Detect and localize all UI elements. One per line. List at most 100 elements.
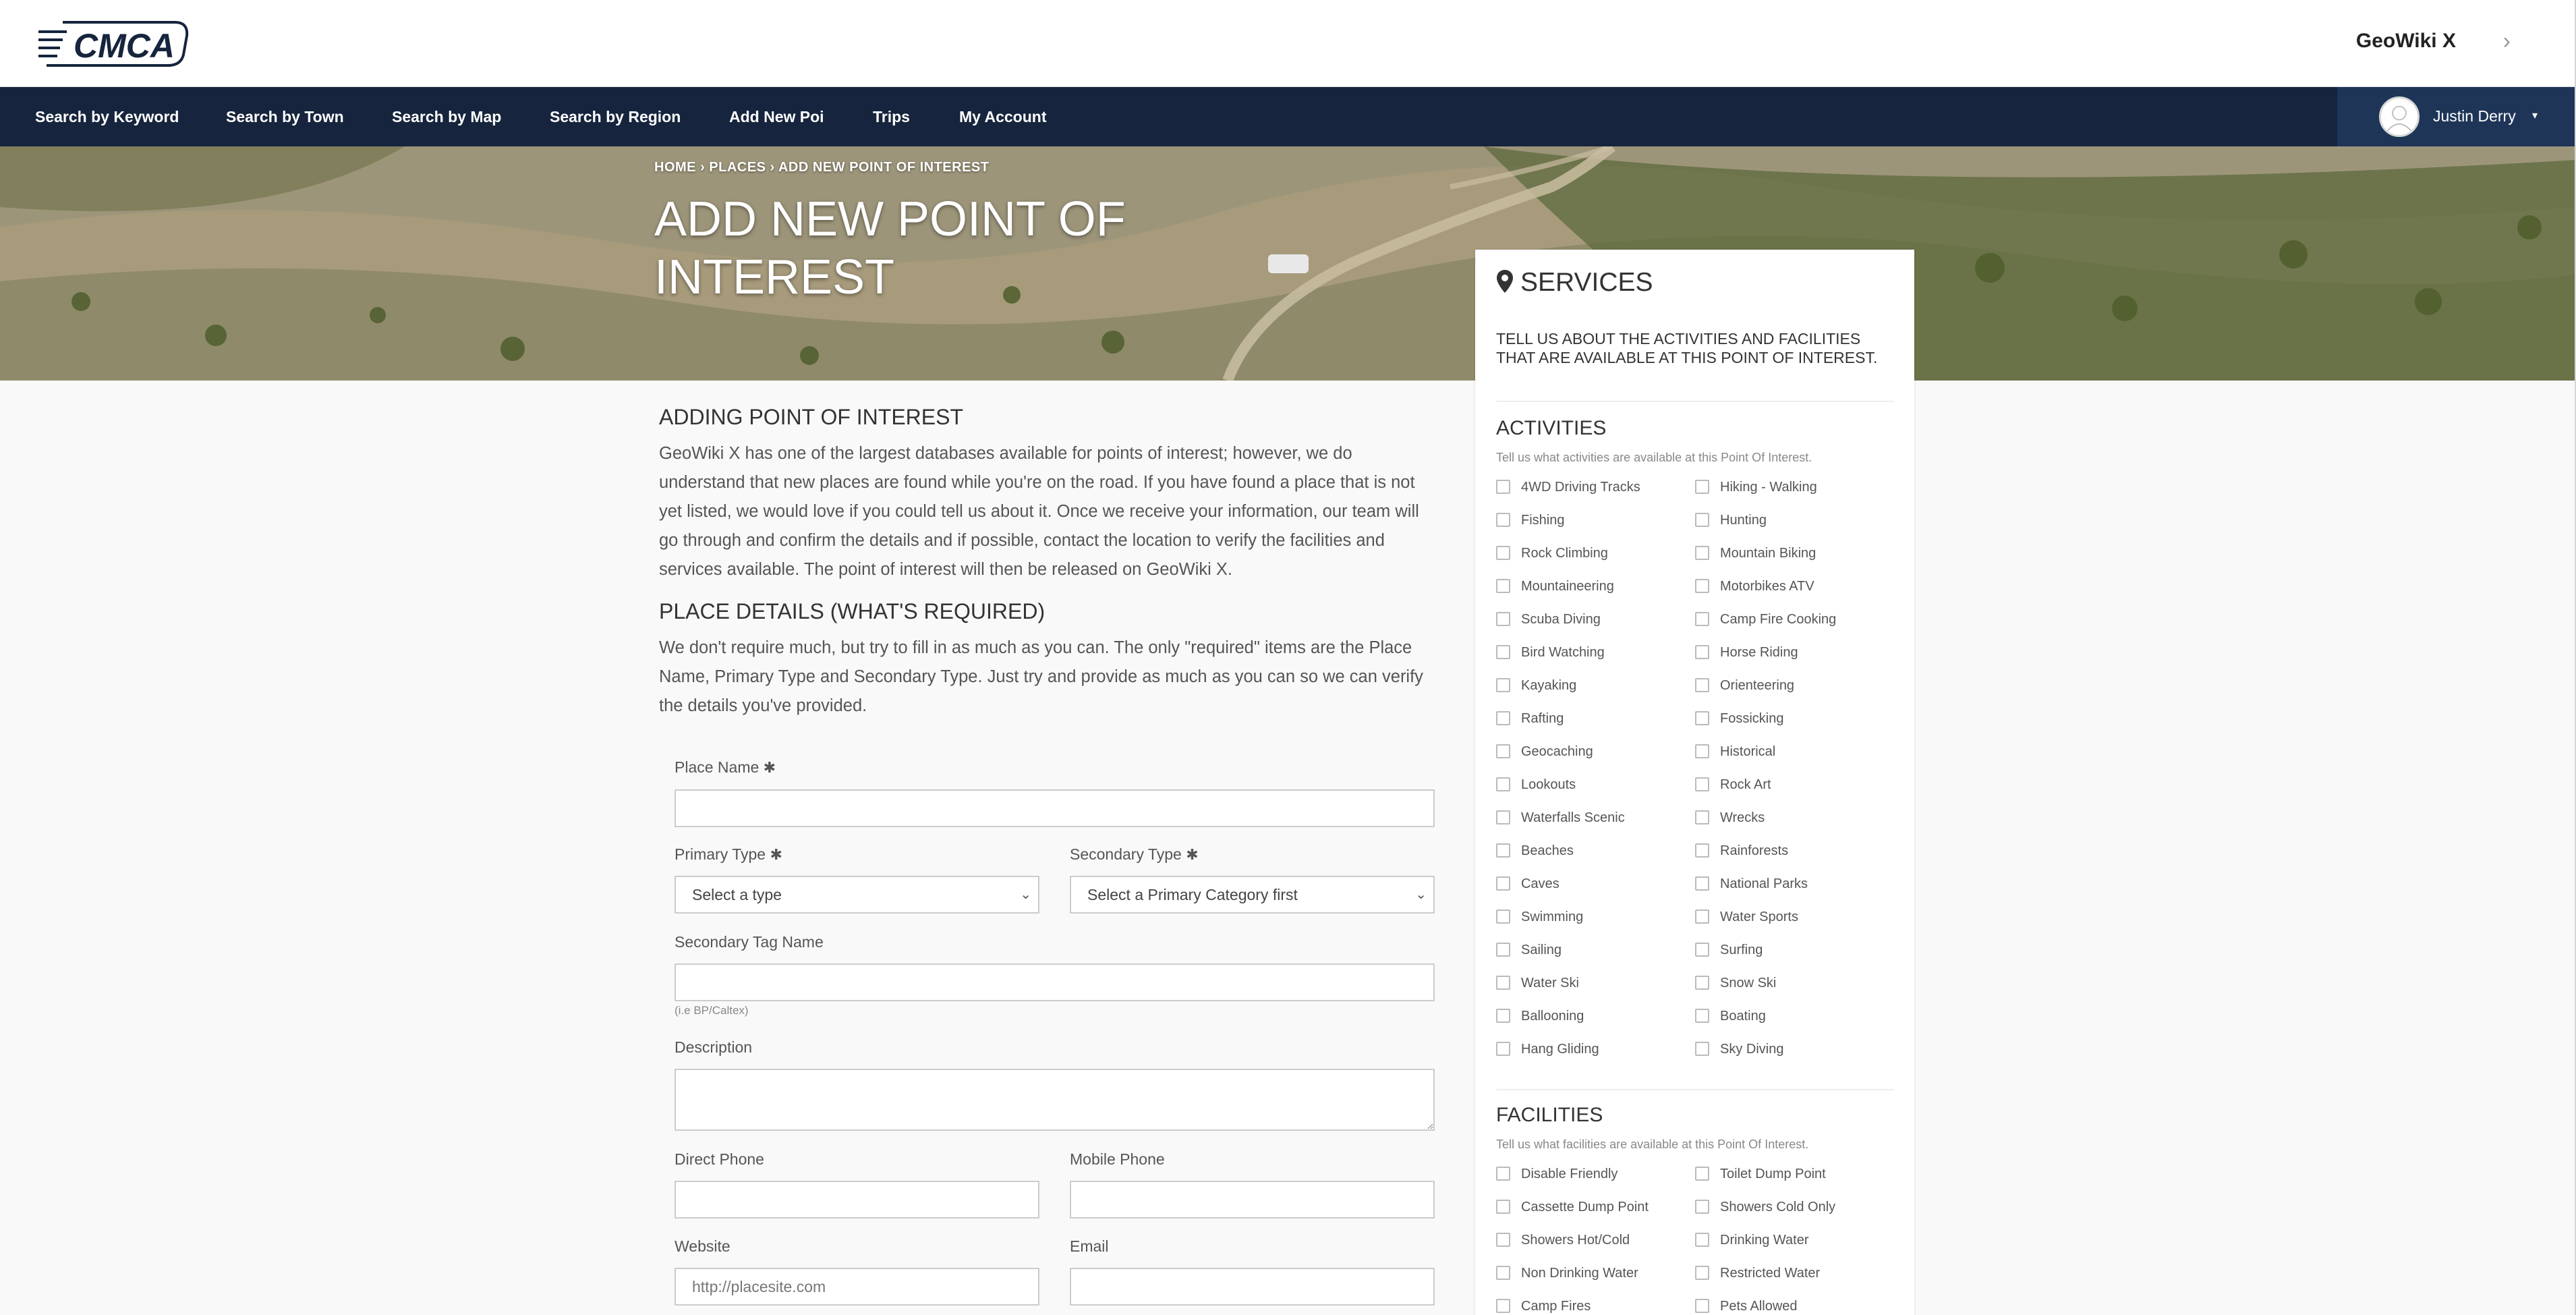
secondary-type-label-text: Secondary Type [1070, 845, 1182, 863]
checkbox-label: Hang Gliding [1521, 1042, 1599, 1057]
place-name-label-text: Place Name [675, 758, 760, 776]
checkbox[interactable] [1496, 1266, 1510, 1280]
map-marker-icon [1497, 270, 1513, 293]
chevron-right-icon[interactable]: › [2503, 28, 2511, 55]
user-menu[interactable]: Justin Derry ▾ [2337, 87, 2576, 146]
checkbox[interactable] [1695, 1200, 1709, 1214]
checkbox-label: Rafting [1521, 711, 1564, 726]
checkbox[interactable] [1496, 1200, 1510, 1214]
checkbox[interactable] [1695, 678, 1709, 692]
checkbox[interactable] [1695, 1266, 1709, 1280]
page-title: ADD NEW POINT OF INTEREST [654, 192, 1126, 304]
divider [1496, 1089, 1894, 1090]
checkbox[interactable] [1695, 480, 1709, 494]
user-name[interactable]: Justin Derry [2433, 87, 2516, 145]
checkbox[interactable] [1496, 546, 1510, 560]
main-nav: Search by Keyword Search by Town Search … [0, 87, 2576, 146]
checkbox-label: Kayaking [1521, 678, 1577, 693]
avatar [2379, 96, 2420, 137]
checkbox-label: Lookouts [1521, 777, 1576, 792]
checkbox[interactable] [1695, 744, 1709, 758]
nav-my-account[interactable]: My Account [959, 87, 1047, 146]
checkbox[interactable] [1496, 513, 1510, 527]
services-panel: SERVICES TELL US ABOUT THE ACTIVITIES AN… [1475, 250, 1914, 1315]
breadcrumb-current: ADD NEW POINT OF INTEREST [778, 160, 990, 175]
checkbox-label: Waterfalls Scenic [1521, 810, 1625, 825]
checkbox-label: Beaches [1521, 843, 1574, 858]
checkbox[interactable] [1695, 777, 1709, 791]
breadcrumb-home[interactable]: HOME [654, 160, 696, 175]
breadcrumb-places[interactable]: PLACES [709, 160, 766, 175]
checkbox[interactable] [1695, 1233, 1709, 1247]
checkbox[interactable] [1496, 1167, 1510, 1181]
checkbox[interactable] [1496, 678, 1510, 692]
email-input[interactable] [1070, 1268, 1435, 1306]
checkbox[interactable] [1695, 1299, 1709, 1313]
services-title: SERVICES [1496, 268, 1653, 298]
checkbox[interactable] [1695, 546, 1709, 560]
checkbox-label: Drinking Water [1720, 1233, 1809, 1248]
checkbox[interactable] [1496, 480, 1510, 494]
checkbox[interactable] [1496, 910, 1510, 924]
checkbox[interactable] [1496, 744, 1510, 758]
checkbox[interactable] [1695, 711, 1709, 725]
chevron-down-icon: ⌄ [1020, 887, 1031, 902]
description-label: Description [675, 1038, 753, 1056]
checkbox[interactable] [1695, 976, 1709, 990]
checkbox[interactable] [1496, 1233, 1510, 1247]
nav-search-by-map[interactable]: Search by Map [392, 87, 501, 146]
checkbox[interactable] [1496, 876, 1510, 891]
checkbox[interactable] [1496, 1009, 1510, 1023]
place-name-input[interactable] [675, 789, 1435, 827]
checkbox-label: Disable Friendly [1521, 1167, 1618, 1181]
checkbox-label: Fishing [1521, 513, 1565, 528]
checkbox[interactable] [1496, 612, 1510, 626]
mobile-phone-input[interactable] [1070, 1181, 1435, 1219]
checkbox[interactable] [1695, 645, 1709, 659]
secondary-type-label: Secondary Type ✱ [1070, 845, 1199, 864]
primary-type-select[interactable]: Select a type ⌄ [675, 876, 1039, 914]
website-input[interactable] [675, 1268, 1039, 1306]
nav-add-new-poi[interactable]: Add New Poi [729, 87, 824, 146]
checkbox[interactable] [1496, 810, 1510, 824]
checkbox-label: Wrecks [1720, 810, 1765, 825]
direct-phone-input[interactable] [675, 1181, 1039, 1219]
adding-poi-text: GeoWiki X has one of the largest databas… [659, 444, 1419, 579]
checkbox[interactable] [1496, 1299, 1510, 1313]
landscape-image [0, 146, 2576, 381]
checkbox[interactable] [1496, 943, 1510, 957]
checkbox[interactable] [1496, 843, 1510, 858]
checkbox[interactable] [1695, 579, 1709, 593]
nav-search-by-region[interactable]: Search by Region [550, 87, 681, 146]
secondary-type-select[interactable]: Select a Primary Category first ⌄ [1070, 876, 1435, 914]
checkbox[interactable] [1695, 1009, 1709, 1023]
checkbox-label: Historical [1720, 744, 1776, 759]
nav-search-by-town[interactable]: Search by Town [226, 87, 344, 146]
checkbox[interactable] [1695, 1167, 1709, 1181]
adding-poi-heading: ADDING POINT OF INTEREST [659, 405, 963, 429]
secondary-tag-input[interactable] [675, 963, 1435, 1001]
checkbox[interactable] [1695, 910, 1709, 924]
description-textarea[interactable] [675, 1069, 1435, 1131]
checkbox[interactable] [1695, 1042, 1709, 1056]
checkbox[interactable] [1695, 513, 1709, 527]
checkbox[interactable] [1695, 943, 1709, 957]
checkbox[interactable] [1695, 612, 1709, 626]
checkbox[interactable] [1496, 976, 1510, 990]
checkbox[interactable] [1496, 645, 1510, 659]
primary-type-label: Primary Type ✱ [675, 845, 782, 864]
checkbox[interactable] [1695, 876, 1709, 891]
checkbox[interactable] [1496, 579, 1510, 593]
checkbox[interactable] [1496, 711, 1510, 725]
nav-search-by-keyword[interactable]: Search by Keyword [35, 87, 179, 146]
caret-down-icon[interactable]: ▾ [2532, 87, 2538, 145]
checkbox[interactable] [1496, 1042, 1510, 1056]
cmca-logo[interactable]: CMCA [36, 20, 191, 68]
checkbox[interactable] [1695, 810, 1709, 824]
place-details-heading: PLACE DETAILS (WHAT'S REQUIRED) [659, 599, 1046, 623]
checkbox[interactable] [1496, 777, 1510, 791]
brand-name[interactable]: GeoWiki X [2356, 30, 2456, 53]
nav-trips[interactable]: Trips [873, 87, 910, 146]
checkbox[interactable] [1695, 843, 1709, 858]
services-title-text: SERVICES [1520, 268, 1653, 297]
